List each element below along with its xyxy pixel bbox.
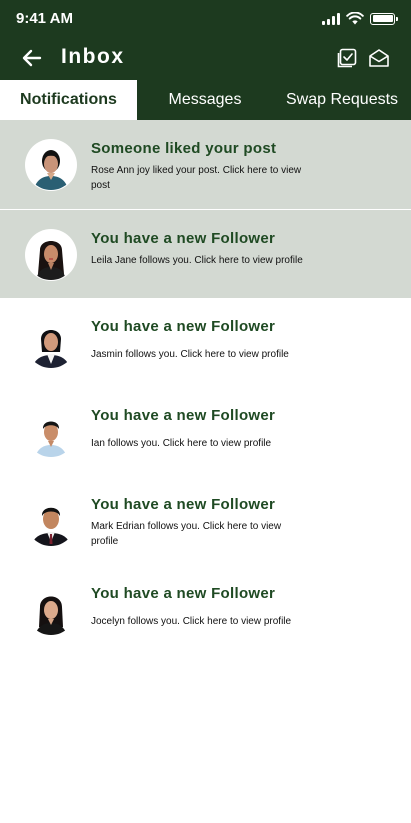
notification-body: Leila Jane follows you. Click here to vi…: [91, 255, 303, 266]
avatar-leila-jane: [26, 230, 76, 280]
notification-title: You have a new Follower: [91, 230, 276, 247]
signal-icon: [322, 12, 340, 25]
battery-icon: [370, 12, 398, 25]
notification-body: Jasmin follows you. Click here to view p…: [91, 349, 289, 360]
notification-item[interactable]: You have a new Follower Jasmin follows y…: [0, 298, 411, 387]
page-title: Inbox: [61, 45, 125, 68]
tab-swap-requests[interactable]: Swap Requests: [273, 80, 411, 120]
avatar-mark-edrian: [26, 496, 76, 546]
avatar-ian: [26, 407, 76, 457]
avatar-rose-ann: [26, 140, 76, 190]
notification-title: Someone liked your post: [91, 140, 277, 157]
notification-item[interactable]: You have a new Follower Ian follows you.…: [0, 387, 411, 476]
notification-body: Jocelyn follows you. Click here to view …: [91, 616, 292, 627]
status-icons: [322, 12, 398, 25]
notification-item[interactable]: You have a new Follower Leila Jane follo…: [0, 209, 411, 298]
mail-open-icon[interactable]: [367, 46, 391, 70]
notification-title: You have a new Follower: [91, 407, 276, 424]
notification-item[interactable]: You have a new Follower Mark Edrian foll…: [0, 476, 411, 565]
avatar-jocelyn: [26, 585, 76, 635]
status-bar: 9:41 AM: [0, 0, 411, 36]
notification-body: Mark Edrian follows you. Click here to v…: [91, 521, 282, 547]
tab-messages[interactable]: Messages: [137, 80, 273, 120]
notification-body: Ian follows you. Click here to view prof…: [91, 438, 272, 449]
notification-title: You have a new Follower: [91, 318, 276, 335]
notification-item[interactable]: You have a new Follower Jocelyn follows …: [0, 565, 411, 654]
avatar-jasmin: [26, 318, 76, 368]
check-square-icon[interactable]: [335, 46, 359, 70]
tab-bar: Notifications Messages Swap Requests: [0, 80, 411, 120]
tab-notifications[interactable]: Notifications: [0, 80, 137, 120]
wifi-icon: [346, 12, 364, 25]
notification-list: Someone liked your post Rose Ann joy lik…: [0, 120, 411, 654]
notification-title: You have a new Follower: [91, 496, 276, 513]
notification-body: Rose Ann joy liked your post. Click here…: [91, 165, 302, 191]
status-time: 9:41 AM: [16, 10, 73, 27]
notification-title: You have a new Follower: [91, 585, 276, 602]
app-header: Inbox: [0, 36, 411, 80]
arrow-left-icon[interactable]: [20, 46, 44, 70]
notification-item[interactable]: Someone liked your post Rose Ann joy lik…: [0, 120, 411, 209]
